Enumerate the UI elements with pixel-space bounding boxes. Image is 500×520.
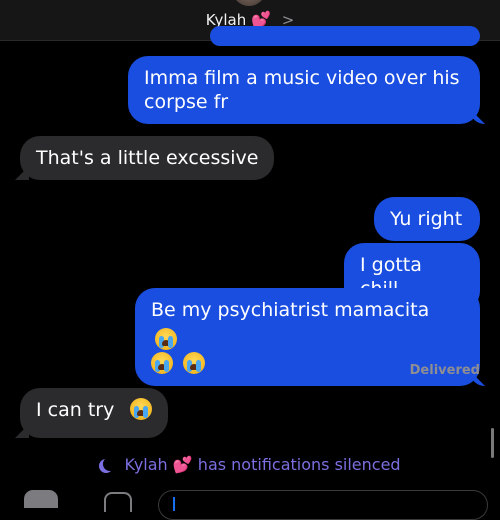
loudly-crying-face-icon [130, 398, 153, 420]
loudly-crying-face-icon [155, 328, 177, 350]
message-text: I can try [36, 399, 115, 421]
message-bubble-received[interactable]: That's a little excessive [20, 136, 275, 180]
focus-status-notice: Kylah 💕 has notifications silenced [0, 455, 500, 474]
input-bar [0, 486, 500, 520]
message-text: Yu right [390, 208, 463, 230]
loudly-crying-face-icon [151, 352, 173, 374]
scrollbar[interactable] [491, 428, 494, 458]
avatar[interactable] [232, 0, 266, 6]
camera-icon[interactable] [24, 490, 58, 508]
message-text: Be my psychiatrist mamacita [151, 299, 430, 321]
heart-emoji: 💕 [172, 455, 193, 474]
moon-icon [103, 457, 117, 471]
notice-contact-name: Kylah [124, 455, 168, 474]
apps-icon[interactable] [104, 492, 132, 512]
message-bubble-received[interactable]: I can try 😭 [20, 388, 169, 438]
message-text: Imma film a music video over his corpse … [144, 67, 460, 113]
notice-text: has notifications silenced [197, 455, 401, 474]
text-caret [173, 497, 175, 511]
message-input[interactable] [158, 490, 488, 520]
loudly-crying-face-icon [183, 352, 206, 374]
message-bubble-sent[interactable]: Yu right [374, 197, 480, 241]
message-bubble-partial[interactable] [210, 26, 480, 46]
delivered-status: Delivered [409, 363, 480, 378]
message-bubble-sent[interactable]: Imma film a music video over his corpse … [128, 56, 480, 124]
message-text: That's a little excessive [36, 147, 259, 169]
